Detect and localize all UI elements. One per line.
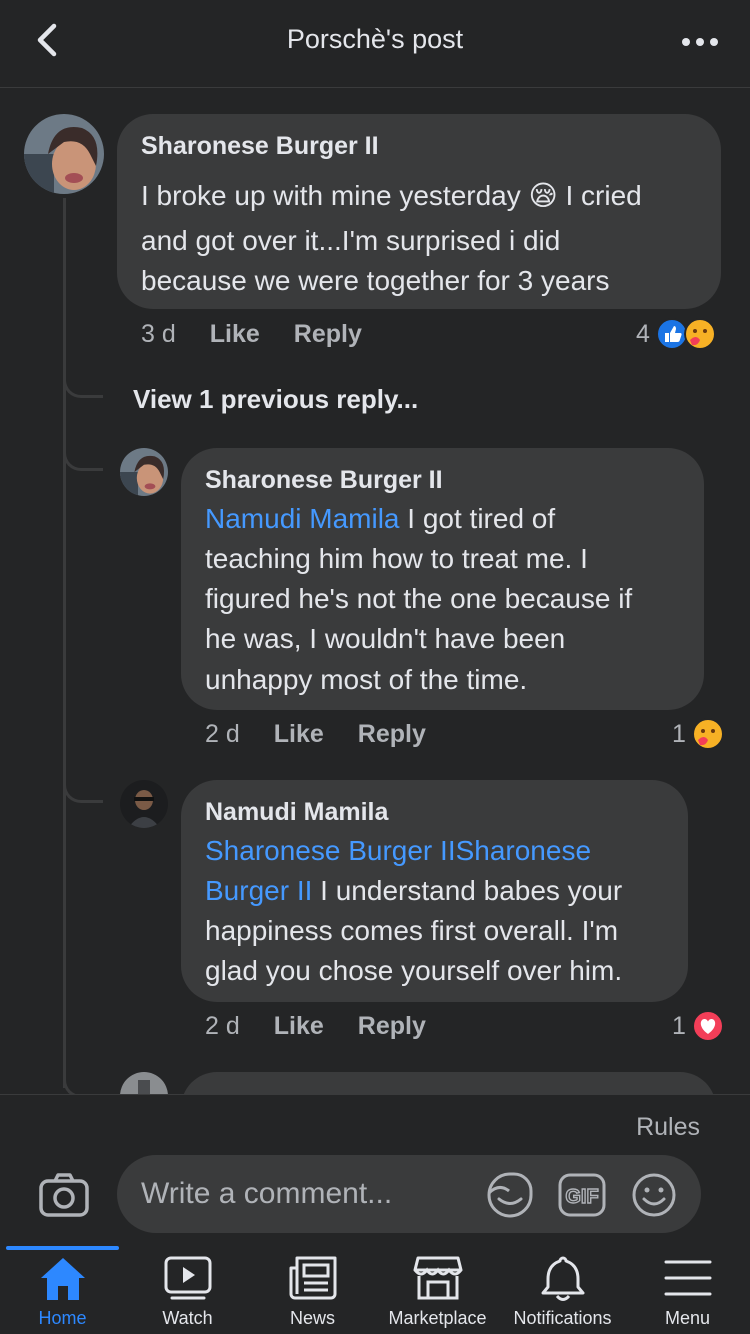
mention-link[interactable]: Burger II (205, 875, 312, 906)
comment-text-line: and got over it...I'm surprised i did (141, 225, 561, 256)
comment-time: 3 d (141, 320, 176, 348)
tab-label: Notifications (513, 1308, 612, 1328)
active-tab-indicator (6, 1246, 119, 1250)
like-button[interactable]: Like (210, 320, 260, 349)
avatar[interactable] (120, 448, 168, 496)
tab-watch[interactable]: Watch (125, 1254, 250, 1334)
reaction-summary[interactable]: 1 (672, 718, 724, 750)
rules-link[interactable]: Rules (636, 1113, 700, 1142)
love-reaction-icon (691, 1010, 724, 1042)
comment-text-line: I broke up with mine yesterday 😪 I cried (141, 180, 642, 211)
bottom-tab-bar: Home Watch News Marketplace Notification… (0, 1244, 750, 1334)
care-reaction-icon (691, 718, 724, 750)
tab-label: Watch (162, 1308, 213, 1328)
mention-link[interactable]: Sharonese Burger IISharonese (205, 835, 591, 866)
avatar[interactable] (120, 1072, 168, 1094)
reply-author[interactable]: Sharonese Burger II (205, 466, 443, 495)
tab-label: Menu (664, 1308, 711, 1328)
sticker-icon[interactable] (486, 1171, 534, 1219)
comment-input[interactable] (117, 1155, 701, 1233)
reply-text-line: Namudi Mamila I got tired of (205, 499, 555, 539)
watch-icon (164, 1256, 211, 1300)
thread-branch (63, 443, 103, 471)
reply-button[interactable]: Reply (358, 1012, 426, 1041)
reply-text-line: teaching him how to treat me. I (205, 543, 588, 574)
emoji-icon[interactable] (630, 1171, 678, 1219)
reaction-count: 1 (672, 719, 686, 748)
thread-branch (63, 1070, 103, 1094)
reply-bubble (181, 1072, 716, 1094)
comment-text-line: because we were together for 3 years (141, 265, 610, 296)
reply-text-line: Burger II I understand babes your (205, 871, 622, 911)
reply-button[interactable]: Reply (294, 320, 362, 349)
like-button[interactable]: Like (274, 1012, 324, 1041)
reply-text-line: figured he's not the one because if (205, 583, 633, 614)
camera-icon[interactable] (38, 1171, 90, 1219)
avatar[interactable] (24, 114, 104, 194)
header-bar: Porschè's post (0, 0, 750, 88)
reply-text-line: unhappy most of the time. (205, 664, 528, 695)
like-button[interactable]: Like (274, 720, 324, 749)
comment-thread: Sharonese Burger II I broke up with mine… (0, 88, 750, 1094)
home-icon (40, 1258, 85, 1300)
thread-branch (63, 370, 103, 398)
view-previous-replies-link[interactable]: View 1 previous reply... (133, 384, 418, 415)
care-reaction-icon (683, 318, 716, 350)
reply-text-line: Sharonese Burger IISharonese (205, 831, 591, 871)
comment-composer: Rules GIF (0, 1094, 750, 1244)
gif-icon[interactable]: GIF (558, 1171, 606, 1219)
reply-text-line: glad you chose yourself over him. (205, 955, 623, 986)
svg-text:GIF: GIF (565, 1186, 598, 1208)
tab-notifications[interactable]: Notifications (500, 1254, 625, 1334)
mention-link[interactable]: Namudi Mamila (205, 503, 400, 534)
reply-button[interactable]: Reply (358, 720, 426, 749)
tab-marketplace[interactable]: Marketplace (375, 1254, 500, 1334)
tab-menu[interactable]: Menu (625, 1254, 750, 1334)
tab-label: Home (38, 1308, 87, 1328)
menu-icon (664, 1260, 711, 1296)
comment-author[interactable]: Sharonese Burger II (141, 132, 379, 161)
reply-text-segment: I got tired of (399, 503, 556, 534)
reply-time: 2 d (205, 1012, 240, 1040)
avatar[interactable] (120, 780, 168, 828)
page-title: Porschè's post (286, 24, 464, 54)
reply-meta: 2 d Like Reply (205, 1012, 426, 1041)
reaction-count: 4 (636, 319, 650, 348)
thread-branch (63, 775, 103, 803)
tab-label: Marketplace (388, 1308, 487, 1328)
reply-time: 2 d (205, 720, 240, 748)
marketplace-icon (413, 1256, 462, 1300)
reaction-count: 1 (672, 1011, 686, 1040)
tab-home[interactable]: Home (0, 1254, 125, 1334)
bell-icon (541, 1256, 584, 1301)
tab-label: News (289, 1308, 335, 1328)
more-options-icon[interactable] (680, 22, 720, 62)
reaction-summary[interactable]: 4 (636, 318, 716, 350)
reply-text-line: happiness comes first overall. I'm (205, 915, 619, 946)
reply-meta: 2 d Like Reply (205, 720, 426, 749)
reply-text-line: he was, I wouldn't have been (205, 623, 566, 654)
tab-news[interactable]: News (250, 1254, 375, 1334)
reply-text-segment: I understand babes your (312, 875, 623, 906)
reaction-summary[interactable]: 1 (672, 1010, 724, 1042)
reply-author[interactable]: Namudi Mamila (205, 798, 388, 827)
thread-line (63, 198, 66, 1088)
news-icon (289, 1256, 336, 1300)
comment-meta: 3 d Like Reply (141, 320, 362, 349)
